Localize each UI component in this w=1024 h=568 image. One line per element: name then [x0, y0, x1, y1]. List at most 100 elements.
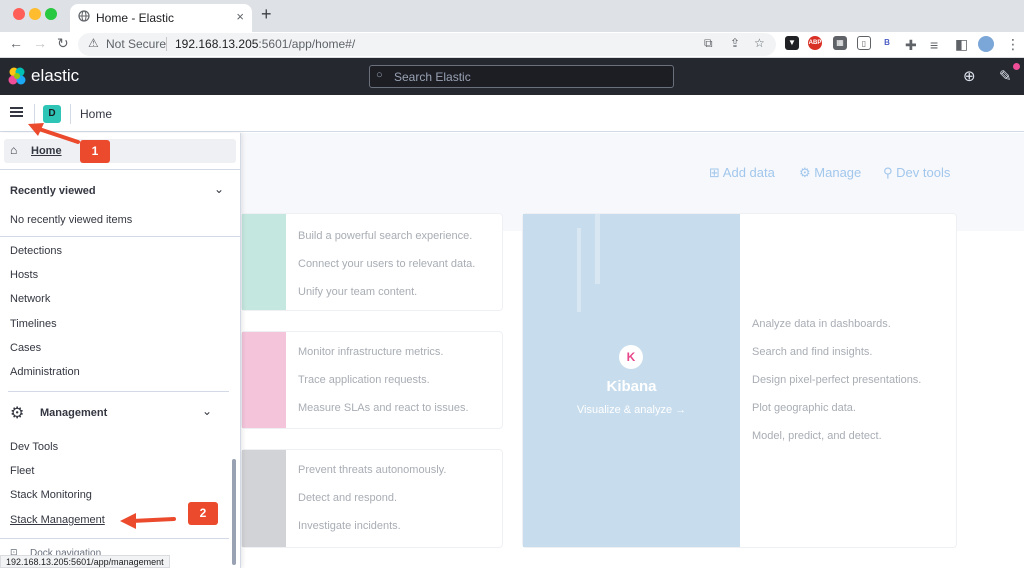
search-placeholder: Search Elastic [394, 70, 471, 84]
card-swatch [242, 214, 286, 310]
tab-close-icon[interactable]: × [236, 9, 244, 24]
step2-badge: 2 [188, 502, 218, 525]
reading-list-icon[interactable]: ≡ [930, 37, 938, 53]
manage-label: Manage [814, 165, 862, 180]
elastic-logo-icon[interactable] [8, 67, 26, 85]
menu-toggle-icon[interactable] [10, 107, 23, 117]
card-swatch [242, 332, 286, 428]
window-maximize-button[interactable] [45, 8, 57, 20]
tab-title: Home - Elastic [96, 11, 175, 25]
url-text[interactable]: 192.168.13.205:5601/app/home#/ [175, 37, 355, 51]
window-close-button[interactable] [13, 8, 25, 20]
management-heading[interactable]: Management [40, 407, 107, 419]
decor-bar [595, 214, 600, 284]
forward-arrow-icon[interactable]: → [33, 35, 47, 51]
nav-item-detections[interactable]: Detections [10, 245, 62, 257]
card-line: Monitor infrastructure metrics. [298, 346, 444, 358]
warning-icon: ⚠ [88, 36, 99, 50]
kibana-card[interactable]: K Kibana Visualize & analyze → Analyze d… [522, 213, 957, 548]
chevron-down-icon[interactable]: ⌄ [214, 182, 224, 196]
url-host: 192.168.13.205 [175, 37, 259, 51]
qr-extension-icon[interactable]: ▦ [833, 36, 847, 50]
nav-item-hosts[interactable]: Hosts [10, 269, 38, 281]
nav-item-network[interactable]: Network [10, 293, 50, 305]
adblock-extension-icon[interactable]: ABP [808, 36, 822, 50]
url-path: :5601/app/home#/ [258, 37, 356, 51]
sidebar-icon[interactable]: ◧ [955, 36, 968, 53]
enterprise-search-card[interactable]: Build a powerful search experience. Conn… [241, 213, 503, 311]
news-feed-icon[interactable]: ✎ [999, 67, 1012, 85]
browser-toolbar: ← → ↻ ⚠ Not Secure 192.168.13.205:5601/a… [0, 32, 1024, 58]
manage-link[interactable]: ⚙ Manage [799, 165, 861, 181]
dev-tools-link[interactable]: ⚲ Dev tools [883, 165, 950, 181]
kibana-header: elastic ○ Search Elastic ⊕ ✎ [0, 58, 1024, 95]
step2-arrow [120, 513, 176, 529]
news-badge [1013, 63, 1020, 70]
add-data-link[interactable]: ⊞ Add data [709, 165, 775, 181]
new-tab-button[interactable]: + [261, 4, 272, 25]
nav-scrollbar[interactable] [232, 459, 236, 565]
card-line: Prevent threats autonomously. [298, 464, 447, 476]
add-data-label: Add data [722, 165, 775, 180]
divider [0, 169, 240, 170]
window-minimize-button[interactable] [29, 8, 41, 20]
kibana-logo-icon: K [619, 345, 643, 369]
card-line: Detect and respond. [298, 492, 398, 504]
nav-item-stack-monitoring[interactable]: Stack Monitoring [10, 489, 92, 501]
browser-tab[interactable]: Home - Elastic × [70, 4, 252, 32]
nav-item-timelines[interactable]: Timelines [10, 318, 57, 330]
not-secure-label[interactable]: Not Secure [106, 37, 166, 51]
nav-item-cases[interactable]: Cases [10, 342, 41, 354]
card-line: Unify your team content. [298, 286, 418, 298]
share-icon[interactable]: ⇪ [730, 36, 740, 50]
security-card[interactable]: Prevent threats autonomously. Detect and… [241, 449, 503, 548]
reload-icon[interactable]: ↻ [57, 35, 69, 52]
profile-avatar[interactable] [978, 36, 994, 52]
divider [0, 538, 229, 539]
back-arrow-icon[interactable]: ← [9, 35, 23, 51]
observability-card[interactable]: Monitor infrastructure metrics. Trace ap… [241, 331, 503, 429]
link-status-bar: 192.168.13.205:5601/app/management [0, 555, 170, 568]
breadcrumb-home: Home [80, 107, 113, 121]
gear-icon: ⚙ [10, 405, 25, 422]
card-line: Build a powerful search experience. [298, 230, 473, 242]
address-bar[interactable]: ⚠ Not Secure 192.168.13.205:5601/app/hom… [78, 33, 776, 56]
kibana-title: Kibana [606, 378, 657, 395]
kibana-line: Analyze data in dashboards. [752, 318, 891, 330]
b-extension-icon[interactable]: B [880, 36, 894, 50]
bitwarden-extension-icon[interactable]: ▯ [857, 36, 871, 50]
brand-name[interactable]: elastic [31, 66, 79, 86]
translate-icon[interactable]: ⧉ [704, 36, 713, 51]
decor-bar [577, 228, 581, 312]
divider [8, 391, 229, 392]
globe-icon [78, 10, 90, 22]
extension-shield-icon[interactable]: ▼ [785, 36, 799, 50]
search-icon: ○ [376, 69, 383, 81]
kibana-line: Design pixel-perfect presentations. [752, 374, 922, 386]
kibana-line: Search and find insights. [752, 346, 873, 358]
breadcrumb-bar: D Home [0, 95, 1024, 132]
dev-tools-label: Dev tools [896, 165, 951, 180]
card-line: Investigate incidents. [298, 520, 401, 532]
home-content: ⊞ Add data ⚙ Manage ⚲ Dev tools Build a … [241, 133, 1024, 568]
step1-badge: 1 [80, 140, 110, 163]
browser-menu-icon[interactable]: ⋮ [1006, 36, 1020, 53]
global-search-input[interactable]: ○ Search Elastic [369, 65, 674, 88]
nav-item-stack-management[interactable]: Stack Management [10, 514, 105, 526]
step1-arrow [28, 123, 80, 144]
bookmark-star-icon[interactable]: ☆ [754, 36, 765, 50]
no-recent-text: No recently viewed items [10, 214, 133, 226]
kibana-line: Plot geographic data. [752, 402, 856, 414]
help-icon[interactable]: ⊕ [963, 67, 976, 85]
extensions-puzzle-icon[interactable]: ✚ [905, 37, 917, 54]
recently-viewed-heading[interactable]: Recently viewed [10, 185, 96, 197]
chevron-down-icon[interactable]: ⌄ [202, 404, 212, 418]
nav-item-fleet[interactable]: Fleet [10, 465, 34, 477]
home-icon: ⌂ [10, 143, 18, 157]
nav-item-dev-tools[interactable]: Dev Tools [10, 441, 58, 453]
kibana-line: Model, predict, and detect. [752, 430, 882, 442]
divider [166, 37, 167, 51]
nav-item-administration[interactable]: Administration [10, 366, 80, 378]
kibana-subtitle[interactable]: Visualize & analyze → [523, 404, 740, 416]
kibana-panel: K Kibana Visualize & analyze → [523, 214, 740, 547]
